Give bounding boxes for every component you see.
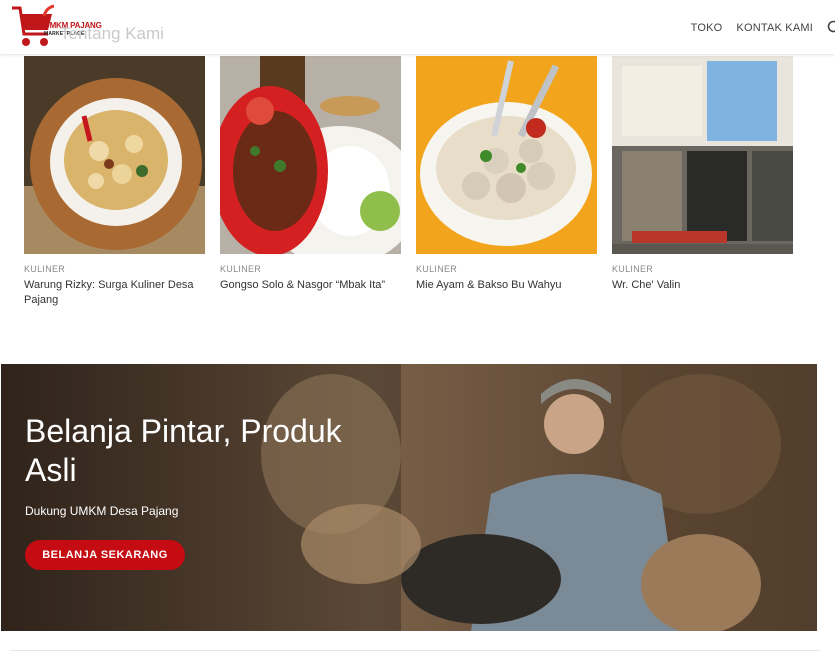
post-category[interactable]: KULINER (416, 264, 597, 274)
post-card[interactable]: KULINER Gongso Solo & Nasgor “Mbak Ita” (220, 56, 401, 293)
post-card[interactable]: KULINER Mie Ayam & Bakso Bu Wahyu (416, 56, 597, 293)
post-thumbnail[interactable] (416, 56, 597, 254)
site-header: UMKM PAJANG MARKETPLACE Tentang Kami TOK… (0, 0, 835, 54)
hero-banner: Belanja Pintar, Produk Asli Dukung UMKM … (1, 364, 817, 631)
post-title[interactable]: Warung Rizky: Surga Kuliner Desa Pajang (24, 278, 205, 308)
hero-subtitle: Dukung UMKM Desa Pajang (25, 504, 179, 518)
post-title[interactable]: Gongso Solo & Nasgor “Mbak Ita” (220, 278, 401, 293)
post-thumbnail[interactable] (612, 56, 793, 254)
hero-background-image (1, 364, 817, 631)
post-grid: KULINER Warung Rizky: Surga Kuliner Desa… (24, 56, 814, 316)
post-card[interactable]: KULINER Warung Rizky: Surga Kuliner Desa… (24, 56, 205, 308)
post-category[interactable]: KULINER (612, 264, 793, 274)
main-nav: TOKO KONTAK KAMI (691, 20, 835, 36)
post-title[interactable]: Mie Ayam & Bakso Bu Wahyu (416, 278, 597, 293)
nav-item-toko[interactable]: TOKO (691, 22, 723, 34)
post-category[interactable]: KULINER (24, 264, 205, 274)
post-thumbnail[interactable] (24, 56, 205, 254)
post-card[interactable]: KULINER Wr. Che' Valin (612, 56, 793, 293)
post-title[interactable]: Wr. Che' Valin (612, 278, 793, 293)
post-category[interactable]: KULINER (220, 264, 401, 274)
hero-title: Belanja Pintar, Produk Asli (25, 413, 342, 488)
divider (10, 650, 820, 651)
nav-item-kontak-kami[interactable]: KONTAK KAMI (736, 22, 813, 34)
shop-now-button[interactable]: BELANJA SEKARANG (25, 540, 185, 570)
search-icon[interactable] (827, 20, 835, 36)
ghost-heading: Tentang Kami (60, 24, 164, 43)
post-thumbnail[interactable] (220, 56, 401, 254)
